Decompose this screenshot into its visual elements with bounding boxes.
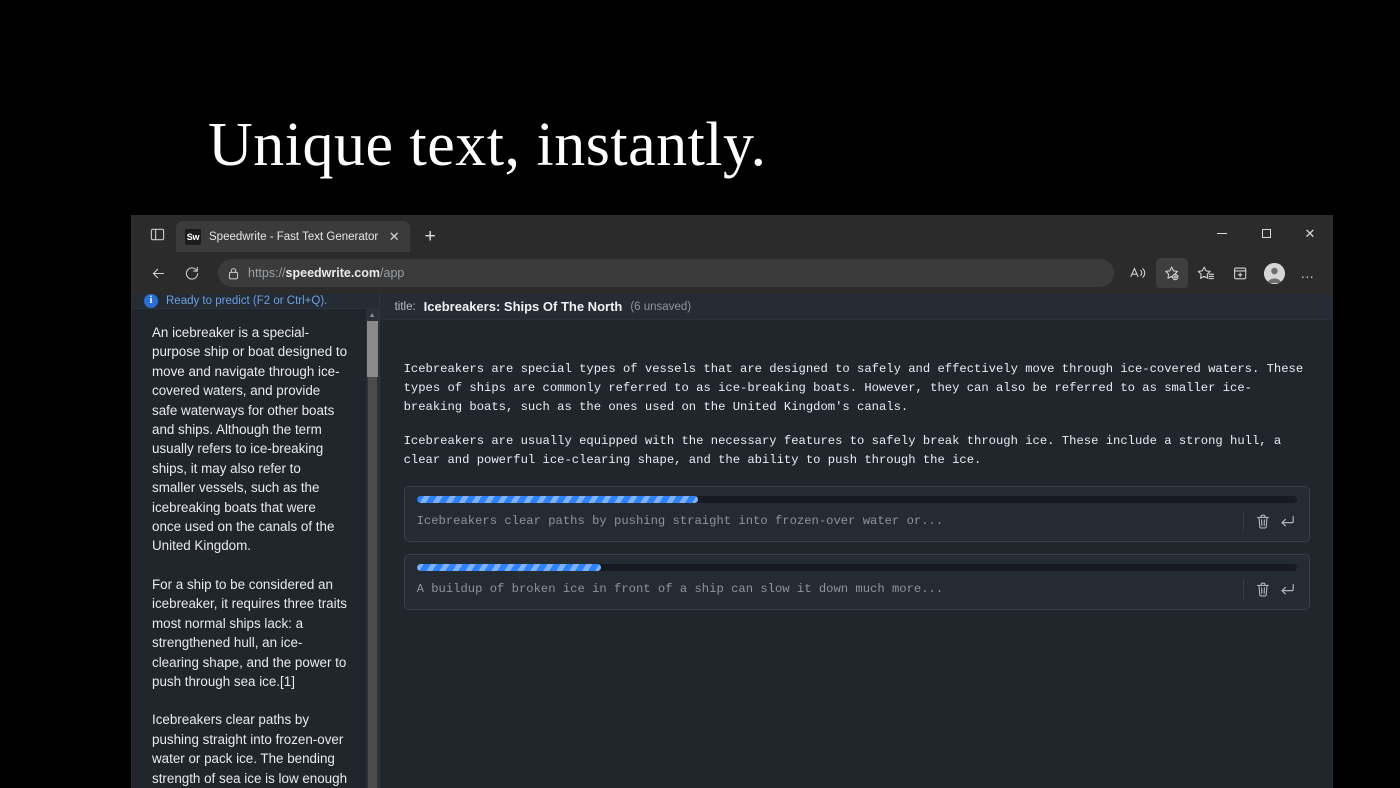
close-icon[interactable]: ✕ xyxy=(386,229,402,245)
pending-card-body: Icebreakers clear paths by pushing strai… xyxy=(405,512,1309,531)
progress-track xyxy=(417,496,1297,503)
source-editor[interactable]: An icebreaker is a special-purpose ship … xyxy=(132,309,366,788)
enter-return-icon[interactable] xyxy=(1280,514,1295,528)
output-paragraph[interactable]: Icebreakers are special types of vessels… xyxy=(404,360,1310,416)
url-text: https://speedwrite.com/app xyxy=(248,266,404,280)
pending-card: Icebreakers clear paths by pushing strai… xyxy=(404,486,1310,542)
refresh-icon[interactable] xyxy=(176,258,208,288)
scrollbar-thumb[interactable] xyxy=(367,321,378,377)
minimize-icon[interactable] xyxy=(1200,216,1244,250)
source-paragraph: Icebreakers clear paths by pushing strai… xyxy=(152,710,348,788)
read-aloud-icon[interactable] xyxy=(1122,258,1154,288)
progress-fill xyxy=(417,496,699,503)
trash-icon[interactable] xyxy=(1256,514,1270,529)
source-editor-wrap: An icebreaker is a special-purpose ship … xyxy=(132,309,379,788)
output-paragraph[interactable]: Icebreakers are usually equipped with th… xyxy=(404,432,1310,470)
unsaved-count: (6 unsaved) xyxy=(630,301,691,313)
pending-card: A buildup of broken ice in front of a sh… xyxy=(404,554,1310,610)
screenshot-root: Unique text, instantly. Sw Speedwrite - … xyxy=(0,0,1400,788)
source-paragraph: An icebreaker is a special-purpose ship … xyxy=(152,323,348,556)
status-notice: i Ready to predict (F2 or Ctrl+Q). xyxy=(132,294,379,309)
output-list: Icebreakers are special types of vessels… xyxy=(380,320,1332,788)
enter-return-icon[interactable] xyxy=(1280,582,1295,596)
settings-more-icon[interactable]: … xyxy=(1292,258,1324,288)
browser-window: Sw Speedwrite - Fast Text Generator ✕ + … xyxy=(132,216,1332,788)
app-content: i Ready to predict (F2 or Ctrl+Q). An ic… xyxy=(132,294,1332,788)
window-controls: ✕ xyxy=(1200,216,1332,250)
lock-icon xyxy=(228,267,239,280)
browser-address-bar: https://speedwrite.com/app xyxy=(132,252,1332,294)
document-title[interactable]: Icebreakers: Ships Of The North xyxy=(424,299,623,314)
site-favicon: Sw xyxy=(185,229,201,245)
pending-preview-text: Icebreakers clear paths by pushing strai… xyxy=(405,512,1243,531)
progress-track xyxy=(417,564,1297,571)
chevron-up-icon[interactable]: ▲ xyxy=(366,309,379,321)
pending-preview-text: A buildup of broken ice in front of a sh… xyxy=(405,580,1243,599)
immersive-reader-icon[interactable] xyxy=(1156,258,1188,288)
progress-fill xyxy=(417,564,602,571)
pending-card-body: A buildup of broken ice in front of a sh… xyxy=(405,580,1309,599)
output-pane: title: Icebreakers: Ships Of The North (… xyxy=(380,294,1332,788)
favorites-icon[interactable] xyxy=(1190,258,1222,288)
browser-tab[interactable]: Sw Speedwrite - Fast Text Generator ✕ xyxy=(176,221,410,252)
source-pane: i Ready to predict (F2 or Ctrl+Q). An ic… xyxy=(132,294,380,788)
scrollbar-track[interactable] xyxy=(368,321,377,788)
maximize-icon[interactable] xyxy=(1244,216,1288,250)
source-paragraph: For a ship to be considered an icebreake… xyxy=(152,575,348,691)
back-arrow-icon[interactable] xyxy=(142,258,174,288)
url-bar[interactable]: https://speedwrite.com/app xyxy=(218,259,1114,287)
pending-card-actions xyxy=(1243,580,1309,599)
new-tab-button[interactable]: + xyxy=(416,222,444,250)
collections-icon[interactable] xyxy=(1224,258,1256,288)
trash-icon[interactable] xyxy=(1256,582,1270,597)
profile-avatar[interactable] xyxy=(1258,258,1290,288)
pending-card-actions xyxy=(1243,512,1309,531)
tab-title: Speedwrite - Fast Text Generator xyxy=(209,231,378,243)
page-title: Unique text, instantly. xyxy=(208,106,1108,184)
close-icon[interactable]: ✕ xyxy=(1288,216,1332,250)
browser-tab-strip: Sw Speedwrite - Fast Text Generator ✕ + … xyxy=(132,216,1332,252)
title-label: title: xyxy=(395,301,416,313)
editor-scrollbar[interactable]: ▲ xyxy=(366,309,379,788)
info-icon: i xyxy=(144,294,158,308)
document-title-bar: title: Icebreakers: Ships Of The North (… xyxy=(380,294,1332,320)
tab-list-icon[interactable] xyxy=(138,218,176,250)
status-notice-text: Ready to predict (F2 or Ctrl+Q). xyxy=(166,295,327,307)
